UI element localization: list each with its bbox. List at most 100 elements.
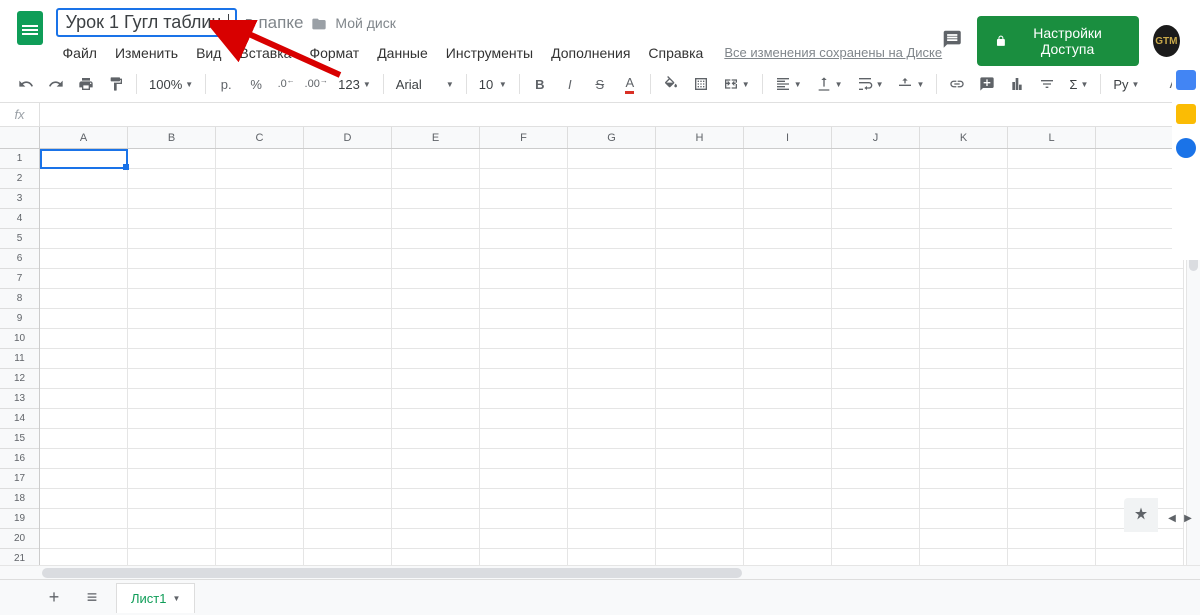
horizontal-scrollbar[interactable]	[0, 565, 1200, 579]
cell[interactable]	[128, 509, 216, 529]
column-header[interactable]: F	[480, 127, 568, 148]
row-header[interactable]: 10	[0, 329, 39, 349]
cell[interactable]	[568, 349, 656, 369]
zoom-select[interactable]: 100%▼	[143, 77, 199, 92]
cell[interactable]	[832, 409, 920, 429]
sheet-tab[interactable]: Лист1▼	[116, 583, 195, 613]
cell[interactable]	[1096, 529, 1184, 549]
cell[interactable]	[304, 209, 392, 229]
cell[interactable]	[1096, 469, 1184, 489]
cell[interactable]	[216, 149, 304, 169]
cell[interactable]	[392, 369, 480, 389]
cell[interactable]	[216, 289, 304, 309]
cell[interactable]	[656, 269, 744, 289]
cell[interactable]	[656, 549, 744, 565]
cell[interactable]	[128, 169, 216, 189]
comments-icon[interactable]	[942, 29, 962, 53]
cell[interactable]	[832, 149, 920, 169]
add-sheet-button[interactable]: +	[40, 584, 68, 612]
cell[interactable]	[832, 509, 920, 529]
cell[interactable]	[568, 249, 656, 269]
cell[interactable]	[656, 469, 744, 489]
cell[interactable]	[1096, 189, 1184, 209]
cell[interactable]	[304, 249, 392, 269]
menu-file[interactable]: Файл	[56, 41, 104, 65]
cell[interactable]	[304, 369, 392, 389]
cell[interactable]	[744, 249, 832, 269]
column-header[interactable]: H	[656, 127, 744, 148]
cell[interactable]	[832, 169, 920, 189]
cell[interactable]	[392, 329, 480, 349]
cell[interactable]	[1008, 549, 1096, 565]
bold-button[interactable]: B	[526, 70, 554, 98]
strikethrough-button[interactable]: S	[586, 70, 614, 98]
cell[interactable]	[480, 169, 568, 189]
cell[interactable]	[480, 489, 568, 509]
cell[interactable]	[128, 249, 216, 269]
cell[interactable]	[744, 489, 832, 509]
cell[interactable]	[216, 429, 304, 449]
sheet-tab-menu-icon[interactable]: ▼	[172, 594, 180, 603]
cell[interactable]	[744, 389, 832, 409]
cell[interactable]	[480, 409, 568, 429]
cell[interactable]	[304, 349, 392, 369]
cell[interactable]	[480, 329, 568, 349]
cell[interactable]	[568, 469, 656, 489]
cell[interactable]	[744, 269, 832, 289]
cell[interactable]	[832, 269, 920, 289]
cell[interactable]	[392, 209, 480, 229]
cell[interactable]	[656, 189, 744, 209]
cell[interactable]	[128, 229, 216, 249]
cell[interactable]	[1096, 289, 1184, 309]
cell[interactable]	[568, 229, 656, 249]
document-title-input[interactable]: Урок 1 Гугл таблиц.	[56, 8, 237, 37]
cell[interactable]	[128, 309, 216, 329]
cell[interactable]	[744, 509, 832, 529]
cell[interactable]	[744, 449, 832, 469]
text-rotation-button[interactable]: ▼	[891, 76, 930, 92]
cell[interactable]	[40, 269, 128, 289]
cell[interactable]	[1096, 209, 1184, 229]
cell[interactable]	[920, 309, 1008, 329]
cell[interactable]	[1008, 489, 1096, 509]
cell[interactable]	[128, 329, 216, 349]
cell[interactable]	[480, 209, 568, 229]
spreadsheet-grid[interactable]: A B C D E F G H I J K L 1234567891011121…	[0, 127, 1200, 565]
cell[interactable]	[568, 429, 656, 449]
cell[interactable]	[216, 469, 304, 489]
cell[interactable]	[920, 409, 1008, 429]
cell[interactable]	[920, 369, 1008, 389]
cell[interactable]	[832, 489, 920, 509]
cell[interactable]	[128, 149, 216, 169]
cell[interactable]	[480, 429, 568, 449]
cell[interactable]	[1008, 329, 1096, 349]
sheets-logo[interactable]	[12, 8, 48, 48]
cell[interactable]	[656, 149, 744, 169]
cell[interactable]	[1008, 429, 1096, 449]
cell[interactable]	[392, 229, 480, 249]
cell[interactable]	[304, 389, 392, 409]
cell[interactable]	[656, 209, 744, 229]
cell[interactable]	[920, 509, 1008, 529]
insert-comment-button[interactable]	[973, 70, 1001, 98]
cell[interactable]	[1008, 249, 1096, 269]
column-header[interactable]: I	[744, 127, 832, 148]
cell[interactable]	[1096, 169, 1184, 189]
cell[interactable]	[744, 469, 832, 489]
cell[interactable]	[744, 329, 832, 349]
cell[interactable]	[1096, 549, 1184, 565]
cell[interactable]	[1008, 449, 1096, 469]
functions-button[interactable]: Σ▼	[1063, 77, 1094, 92]
menu-edit[interactable]: Изменить	[108, 41, 185, 65]
cell[interactable]	[40, 389, 128, 409]
horizontal-align-button[interactable]: ▼	[769, 76, 808, 92]
cell[interactable]	[392, 489, 480, 509]
cell[interactable]	[392, 309, 480, 329]
cell[interactable]	[216, 529, 304, 549]
cell[interactable]	[920, 169, 1008, 189]
cell[interactable]	[920, 489, 1008, 509]
calendar-sidepanel-icon[interactable]	[1176, 70, 1196, 90]
cell[interactable]	[304, 489, 392, 509]
row-header[interactable]: 18	[0, 489, 39, 509]
cell[interactable]	[480, 309, 568, 329]
